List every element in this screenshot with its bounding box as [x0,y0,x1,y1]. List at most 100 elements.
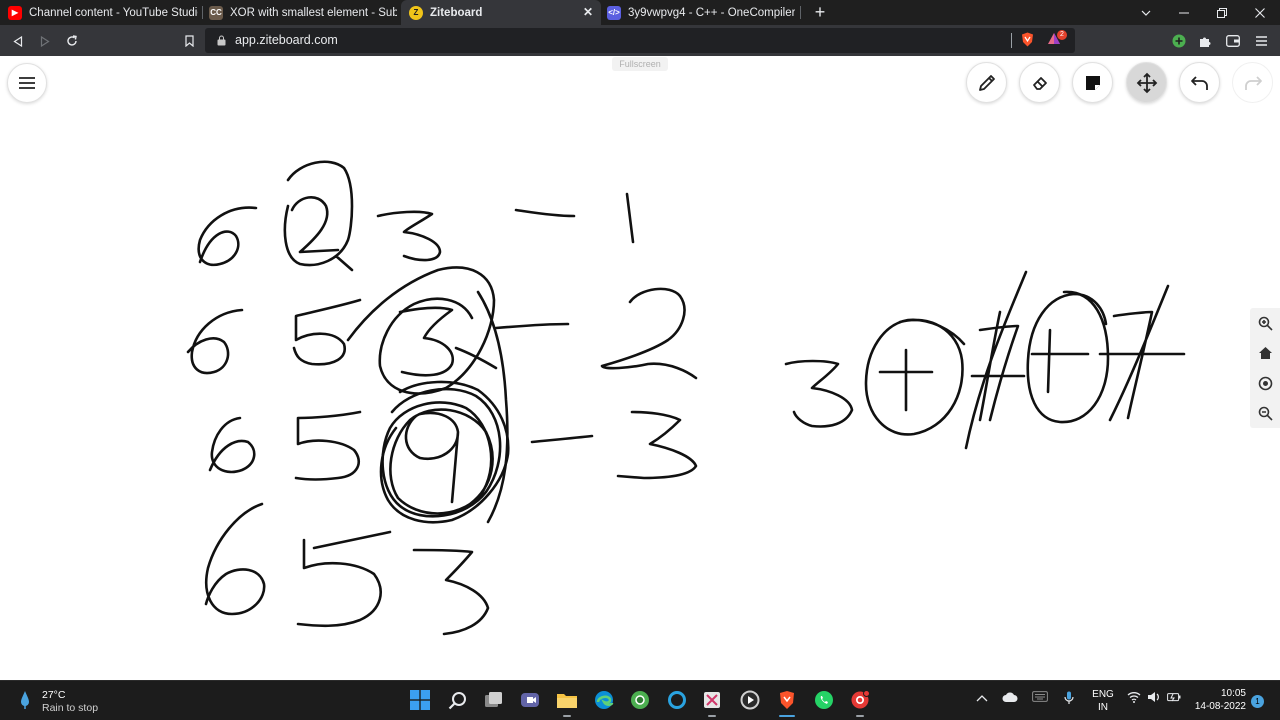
ink-stroke [412,548,490,636]
sticky-note-button[interactable] [1072,62,1113,103]
clock-date[interactable]: 14-08-2022 [1190,701,1246,712]
hamburger-icon [19,77,35,89]
microphone-icon[interactable] [1064,691,1074,708]
zoom-in-button[interactable] [1250,308,1280,338]
ink-stroke [864,318,966,436]
cortana-icon[interactable] [666,689,688,711]
close-window-icon[interactable] [1241,0,1279,25]
snipping-tool-icon[interactable] [701,689,723,711]
ink-stroke [404,411,460,504]
whatsapp-icon[interactable] [813,689,835,711]
reload-icon[interactable] [61,30,83,52]
active-app-indicator [779,715,795,717]
whiteboard-canvas[interactable] [0,56,1280,680]
recorder-icon[interactable] [849,689,871,711]
undo-button[interactable] [1179,62,1220,103]
redo-button[interactable] [1232,62,1273,103]
ink-stroke [283,160,354,272]
menu-button[interactable] [7,63,47,103]
brave-shield-icon[interactable] [1021,32,1034,47]
home-button[interactable] [1250,338,1280,368]
eraser-icon [1032,76,1047,90]
target-icon [1258,376,1272,390]
pen-tool-button[interactable] [966,62,1007,103]
ink-stroke [296,530,392,628]
volume-icon[interactable] [1147,691,1161,706]
media-player-icon[interactable] [739,689,761,711]
tab-ziteboard[interactable]: Z Ziteboard ✕ [401,0,601,25]
extensions-puzzle-icon[interactable] [1194,30,1216,52]
brave-browser-icon[interactable] [776,689,798,711]
pencil-icon [978,74,995,91]
ink-stroke [1098,284,1186,422]
battery-icon[interactable] [1167,691,1181,706]
tab-onecompiler[interactable]: </> 3y9vwpvg4 - C++ - OneCompiler [607,0,797,25]
wifi-icon[interactable] [1127,691,1141,706]
browser-menu-icon[interactable] [1250,30,1272,52]
file-explorer-icon[interactable] [556,689,578,711]
youtube-icon: ▶ [8,5,22,20]
windows-start-icon[interactable] [409,689,431,711]
ink-stroke [616,410,698,480]
restore-icon[interactable] [1203,0,1241,25]
rain-weather-icon[interactable] [20,690,30,710]
running-indicator [708,715,716,717]
edge-browser-icon[interactable] [593,689,615,711]
ink-stroke [784,359,854,428]
ink-stroke [398,306,455,377]
chrome-green-icon[interactable] [629,689,651,711]
notification-badge[interactable]: 1 [1251,695,1264,708]
keyboard-icon[interactable] [1032,691,1048,705]
input-language[interactable]: ENG IN [1090,688,1116,714]
move-arrows-icon [1136,72,1157,93]
tab-youtube-studio[interactable]: ▶ Channel content - YouTube Studio [8,0,198,25]
onedrive-icon[interactable] [1002,691,1018,706]
move-tool-button[interactable] [1126,62,1167,103]
locate-button[interactable] [1250,368,1280,398]
redo-icon [1244,75,1262,90]
region-code: IN [1098,702,1108,713]
search-icon[interactable] [446,689,468,711]
tab-xor-problem[interactable]: CC XOR with smallest element - Submit | [209,0,397,25]
ink-stroke [204,502,266,616]
home-icon [1258,347,1272,359]
show-hidden-icons-chevron[interactable] [976,691,988,705]
weather-description[interactable]: Rain to stop [42,702,98,714]
back-icon[interactable] [7,30,29,52]
onecompiler-icon: </> [607,5,621,20]
running-indicator [856,715,864,717]
minimize-icon[interactable] [1165,0,1203,25]
close-tab-icon[interactable]: ✕ [581,5,595,19]
teams-chat-icon[interactable] [519,689,541,711]
tab-search-icon[interactable] [1127,0,1165,25]
running-indicator [563,715,571,717]
clock-time[interactable]: 10:05 [1200,688,1246,699]
ink-stroke [625,192,635,244]
ink-stroke [292,298,362,366]
ink-stroke [494,322,570,330]
task-view-icon[interactable] [483,689,505,711]
zoom-out-button[interactable] [1250,398,1280,428]
rewards-badge: 2 [1057,30,1067,40]
ink-stroke [514,208,576,218]
wallet-icon[interactable] [1222,30,1244,52]
ink-stroke [1026,290,1110,424]
eraser-tool-button[interactable] [1019,62,1060,103]
undo-icon [1190,75,1208,90]
omnibox-divider [1011,33,1012,48]
browser-toolbar: app.ziteboard.com 2 [0,25,1280,56]
forward-icon[interactable] [34,30,56,52]
sticky-note-icon [1085,75,1100,90]
extension-plus-icon[interactable] [1168,30,1190,52]
tab-label: XOR with smallest element - Submit | [230,6,397,19]
ink-stroke [530,434,594,444]
fullscreen-hint[interactable]: Fullscreen [612,57,668,71]
address-bar[interactable]: app.ziteboard.com 2 [205,28,1075,53]
weather-temperature[interactable]: 27°C [42,689,65,701]
ink-stroke [600,287,698,380]
new-tab-button[interactable]: + [810,2,830,22]
ink-stroke [964,270,1028,450]
ink-stroke [290,196,340,254]
bookmark-icon[interactable] [178,30,200,52]
ink-stroke [376,210,442,262]
